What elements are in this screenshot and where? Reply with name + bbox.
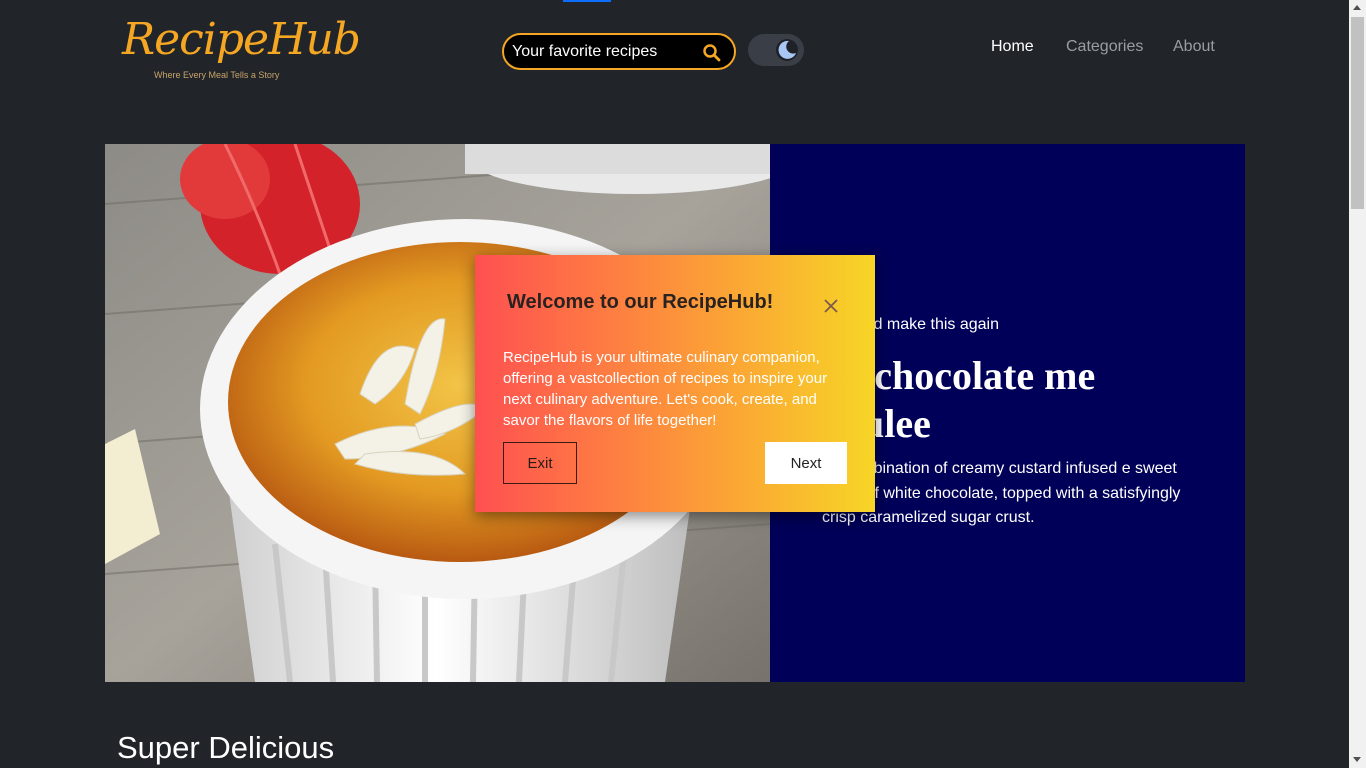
next-button[interactable]: Next — [765, 442, 847, 484]
theme-toggle[interactable] — [748, 34, 804, 66]
hero-title: ite chocolate me brulee — [822, 353, 1096, 446]
brand-tagline: Where Every Meal Tells a Story — [154, 70, 280, 80]
search-bar — [502, 33, 736, 70]
hero-description: ful combination of creamy custard infuse… — [822, 460, 1181, 526]
nav-categories[interactable]: Categories — [1066, 38, 1143, 56]
brand-name: RecipeHub — [122, 14, 361, 65]
nav-about[interactable]: About — [1173, 38, 1215, 56]
close-icon[interactable] — [823, 298, 839, 314]
section-title: Super Delicious — [117, 730, 335, 765]
exit-button[interactable]: Exit — [503, 442, 577, 484]
welcome-modal: Welcome to our RecipeHub! RecipeHub is y… — [475, 255, 875, 512]
active-tab-indicator — [563, 0, 611, 2]
scrollbar-thumb[interactable] — [1351, 17, 1364, 209]
moon-icon — [776, 39, 798, 61]
modal-title: Welcome to our RecipeHub! — [507, 291, 774, 313]
brand-logo[interactable]: RecipeHub Where Every Meal Tells a Story — [122, 12, 361, 84]
search-icon[interactable] — [702, 43, 722, 63]
modal-body-text: RecipeHub is your ultimate culinary comp… — [503, 349, 828, 429]
search-input[interactable] — [512, 42, 692, 62]
nav-home[interactable]: Home — [991, 38, 1034, 56]
page-scrollbar[interactable] — [1349, 0, 1366, 768]
scroll-up-arrow-icon[interactable] — [1353, 5, 1361, 10]
scroll-down-arrow-icon[interactable] — [1353, 757, 1361, 762]
